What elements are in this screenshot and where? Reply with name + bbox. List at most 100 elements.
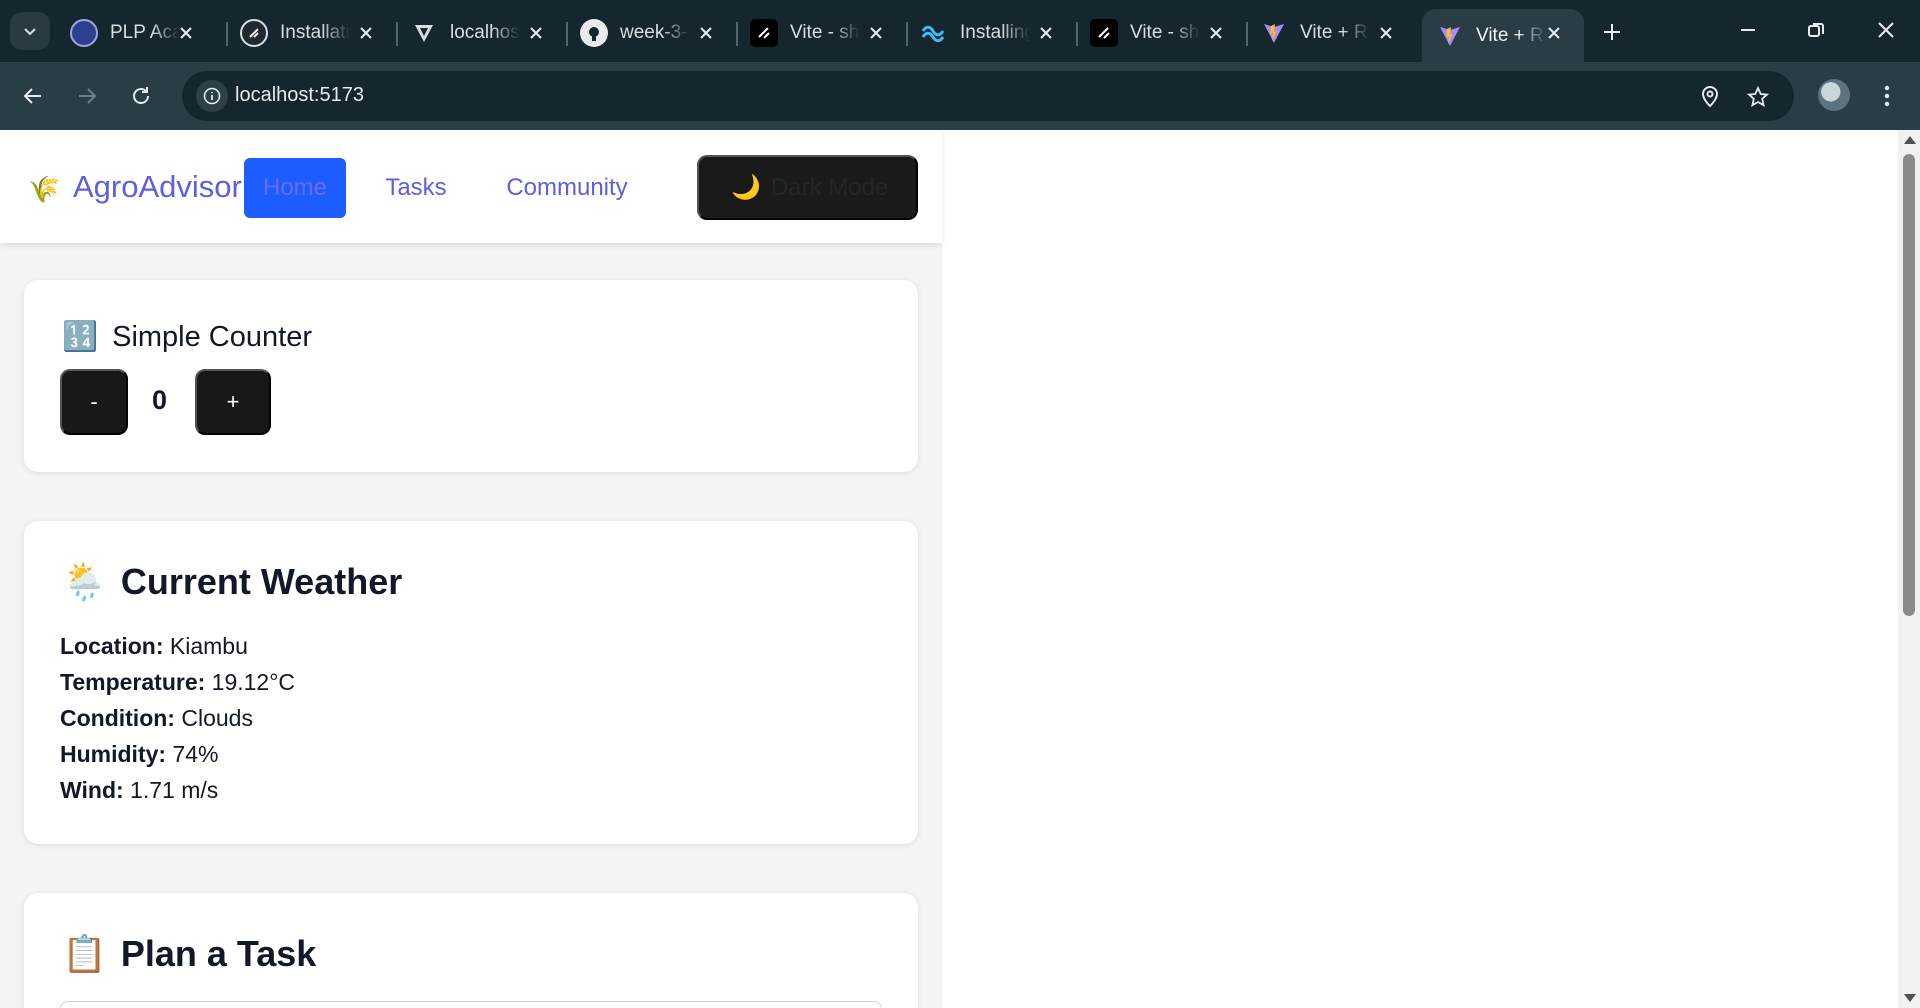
profile-avatar[interactable] [1818,79,1850,111]
clipboard-icon: 📋 [62,933,107,974]
tab-title: localhost [450,22,520,43]
scroll-up-arrow[interactable] [1904,136,1916,144]
nav-tasks-link[interactable]: Tasks [376,158,456,218]
restore-button[interactable] [1796,14,1836,46]
browser-tab[interactable]: Vite - shadcn [736,9,906,57]
location-button[interactable] [1696,83,1724,111]
weather-label: Humidity: [60,741,167,767]
browser-toolbar: localhost:5173 [0,62,1920,130]
brand-name[interactable]: AgroAdvisor [73,169,242,205]
numbers-icon: 🔢 [62,321,99,353]
task-planner-title: 📋 Plan a Task [62,933,316,975]
bookmark-button[interactable] [1744,83,1772,111]
close-icon [1878,22,1894,38]
weather-value: 74% [172,741,219,767]
info-icon [203,87,221,105]
app-container: 🌾 AgroAdvisor Home Tasks Community 🌙 Dar… [0,130,942,1008]
tab-title: Vite - shadcn [790,22,860,43]
arrow-right-icon [79,88,97,104]
browser-tab-active[interactable]: Vite + React [1422,9,1584,62]
plp-icon [70,19,98,47]
counter-title: 🔢 Simple Counter [62,320,312,354]
vite-icon [1436,22,1464,50]
github-icon [580,19,608,47]
tab-title: Vite + React [1476,24,1546,46]
dark-mode-label: Dark Mode [770,173,889,201]
leaf-icon: 🌾 [28,174,61,204]
shadcn-icon [1090,19,1118,47]
nav-community-link[interactable]: Community [492,158,642,218]
close-icon[interactable] [354,21,378,45]
plus-icon [1604,24,1620,40]
more-vertical-icon [1884,85,1890,107]
decrement-button[interactable]: - [60,369,128,435]
tab-title: PLP Academy [110,22,180,43]
increment-button[interactable]: + [195,369,271,435]
scroll-down-arrow[interactable] [1904,994,1916,1002]
counter-title-text: Simple Counter [112,320,312,353]
counter-card: 🔢 Simple Counter - 0 + [24,280,918,472]
reload-button[interactable] [124,79,158,113]
weather-label: Wind: [60,777,124,803]
tab-title: Vite - shadcn [1130,22,1200,43]
weather-title: 🌦️ Current Weather [62,561,402,603]
page-viewport: 🌾 AgroAdvisor Home Tasks Community 🌙 Dar… [0,130,1898,1008]
weather-value: Kiambu [169,633,248,659]
weather-value: Clouds [181,705,253,731]
url-text[interactable]: localhost:5173 [235,84,364,107]
browser-menu-button[interactable] [1872,79,1902,113]
tailwind-icon [920,19,948,47]
close-icon[interactable] [864,21,888,45]
close-icon[interactable] [1034,21,1058,45]
tab-search-button[interactable] [10,12,50,50]
task-planner-card: 📋 Plan a Task [24,893,918,1008]
browser-tab[interactable]: week-3- [566,9,736,57]
restore-icon [1808,23,1824,37]
tab-title: week-3- [620,22,688,43]
minimize-icon [1741,29,1755,31]
browser-tab[interactable]: Installing [906,9,1076,57]
nav-home-link[interactable]: Home [244,158,346,218]
chevron-down-icon [24,28,36,36]
weather-wind: Wind: 1.71 m/s [60,777,218,804]
weather-label: Location: [60,633,164,659]
close-window-button[interactable] [1866,14,1906,46]
address-bar[interactable]: localhost:5173 [182,71,1794,121]
forward-button[interactable] [70,79,104,113]
weather-value: 19.12°C [211,669,296,695]
task-input[interactable] [60,1001,882,1008]
weather-icon: 🌦️ [62,561,107,602]
vercel-icon [410,19,438,47]
weather-label: Temperature: [60,669,206,695]
close-icon[interactable] [174,21,198,45]
tab-title: Installation [280,22,350,43]
browser-tab[interactable]: localhost [396,9,566,57]
browser-tab[interactable]: PLP Academy [56,9,216,57]
weather-humidity: Humidity: 74% [60,741,219,768]
new-tab-button[interactable] [1594,14,1630,50]
close-icon[interactable] [1374,21,1398,45]
dark-mode-toggle-button[interactable]: 🌙 Dark Mode [697,155,918,220]
close-icon[interactable] [694,21,718,45]
site-info-button[interactable] [196,80,228,112]
vite-icon [1260,19,1288,47]
weather-label: Condition: [60,705,175,731]
task-planner-title-text: Plan a Task [120,933,317,974]
close-icon[interactable] [524,21,548,45]
scroll-thumb[interactable] [1903,154,1915,616]
counter-value: 0 [152,385,168,415]
close-icon[interactable] [1542,21,1566,45]
browser-tab[interactable]: Vite - shadcn [1076,9,1246,57]
browser-tab-strip: PLP Academy Installation localhost week-… [0,0,1920,62]
close-icon[interactable] [1204,21,1228,45]
browser-tab[interactable]: Installation [226,9,396,57]
page-scrollbar[interactable] [1898,130,1920,1008]
app-navbar: 🌾 AgroAdvisor Home Tasks Community 🌙 Dar… [0,130,942,243]
browser-tab[interactable]: Vite + React [1246,9,1416,57]
back-button[interactable] [16,79,50,113]
shadcn-icon [750,19,778,47]
weather-condition: Condition: Clouds [60,705,253,732]
arrow-left-icon [23,88,41,104]
minimize-button[interactable] [1728,14,1768,46]
weather-card: 🌦️ Current Weather Location: Kiambu Temp… [24,521,918,844]
